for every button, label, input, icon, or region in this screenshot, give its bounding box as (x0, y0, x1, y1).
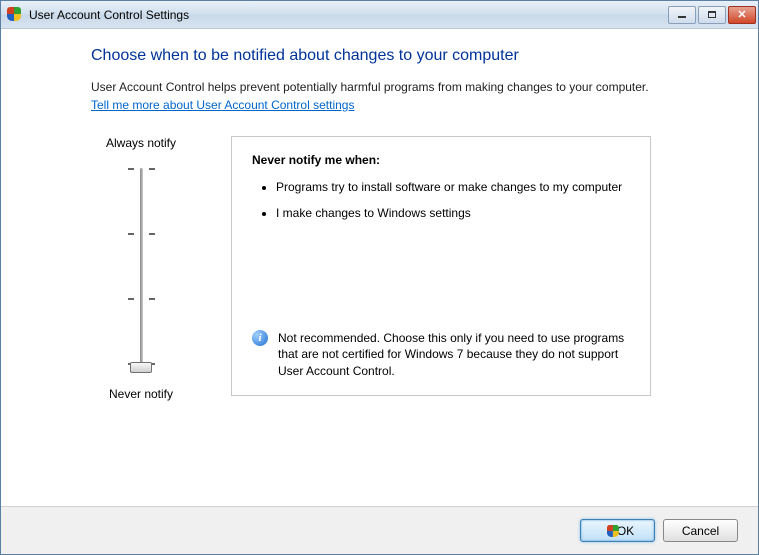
cancel-label: Cancel (682, 524, 719, 538)
window-controls: ✕ (668, 6, 756, 24)
info-icon: i (252, 330, 268, 346)
level-detail-box: Never notify me when: Programs try to in… (231, 136, 651, 396)
detail-bullet: I make changes to Windows settings (276, 205, 630, 221)
detail-bullets: Programs try to install software or make… (252, 179, 630, 231)
detail-title: Never notify me when: (252, 153, 630, 167)
slider-thumb[interactable] (130, 362, 152, 373)
help-link[interactable]: Tell me more about User Account Control … (91, 98, 354, 112)
ok-label: OK (617, 524, 634, 538)
minimize-button[interactable] (668, 6, 696, 24)
window-title: User Account Control Settings (29, 8, 668, 22)
recommendation-row: i Not recommended. Choose this only if y… (252, 330, 630, 379)
maximize-button[interactable] (698, 6, 726, 24)
notification-slider[interactable] (121, 163, 161, 373)
dialog-footer: OK Cancel (1, 506, 758, 554)
slider-top-label: Always notify (106, 136, 176, 150)
page-heading: Choose when to be notified about changes… (91, 47, 698, 65)
client-area: Choose when to be notified about changes… (1, 29, 758, 554)
cancel-button[interactable]: Cancel (663, 519, 738, 542)
titlebar[interactable]: User Account Control Settings ✕ (1, 1, 758, 29)
slider-bottom-label: Never notify (109, 387, 173, 401)
slider-area: Always notify Never notify Never not (91, 136, 698, 396)
page-subtext: User Account Control helps prevent poten… (91, 79, 698, 96)
uac-shield-icon (7, 7, 23, 23)
uac-shield-icon (602, 525, 612, 537)
ok-button[interactable]: OK (580, 519, 655, 542)
main-content: Choose when to be notified about changes… (1, 29, 758, 506)
uac-settings-window: User Account Control Settings ✕ Choose w… (0, 0, 759, 555)
recommendation-text: Not recommended. Choose this only if you… (278, 330, 630, 379)
close-button[interactable]: ✕ (728, 6, 756, 24)
slider-column: Always notify Never notify (91, 136, 191, 396)
detail-bullet: Programs try to install software or make… (276, 179, 630, 195)
